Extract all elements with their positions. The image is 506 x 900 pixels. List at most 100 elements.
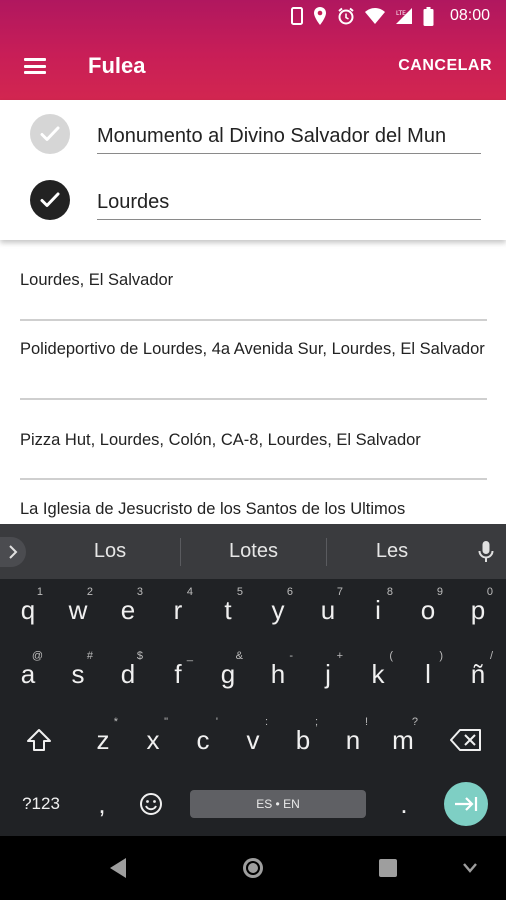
key-x[interactable]: x " (128, 710, 178, 770)
suggestion-item[interactable]: Lotes (181, 524, 326, 579)
key-e[interactable]: e3 (103, 580, 153, 640)
phone-icon (290, 6, 303, 26)
key-hint: _ (186, 650, 193, 662)
key-g[interactable]: g & (203, 644, 253, 704)
key-f[interactable]: f _ (153, 644, 203, 704)
destination-row: Lourdes (0, 168, 506, 232)
key-u[interactable]: u7 (303, 580, 353, 640)
key-hint: 3 (136, 586, 143, 598)
key-label: r (173, 594, 183, 625)
shift-icon (27, 729, 51, 751)
key-hint: & (235, 650, 243, 662)
key-y[interactable]: y6 (253, 580, 303, 640)
app-title: Fulea (88, 53, 146, 78)
divider (20, 398, 487, 400)
cancel-button[interactable]: CANCELAR (398, 57, 492, 75)
key-v[interactable]: v: (228, 710, 278, 770)
key-hint: 0 (486, 586, 493, 598)
suggestion-item[interactable]: Los (40, 524, 180, 579)
results-list: Lourdes, El Salvador Polideportivo de Lo… (0, 240, 506, 524)
key-hint: 7 (336, 586, 343, 598)
origin-check-circle-icon[interactable] (30, 114, 70, 154)
key-label: y (271, 594, 285, 625)
key-w[interactable]: w2 (53, 580, 103, 640)
top-bar: LTE 08:00 Fulea CANCELAR (0, 0, 506, 100)
key-l[interactable]: l) (403, 644, 453, 704)
app-bar: Fulea CANCELAR (0, 32, 506, 100)
key-b[interactable]: b; (278, 710, 328, 770)
shift-key[interactable] (12, 710, 66, 770)
key-label: t (224, 594, 232, 625)
list-item[interactable]: Lourdes, El Salvador (20, 270, 487, 291)
destination-input[interactable]: Lourdes (97, 180, 481, 220)
key-h[interactable]: h- (253, 644, 303, 704)
list-item[interactable]: Pizza Hut, Lourdes, Colón, CA-8, Lourdes… (20, 430, 487, 451)
key-c[interactable]: c ' (178, 710, 228, 770)
comma-key[interactable]: , (82, 774, 122, 834)
destination-check-circle-icon[interactable] (30, 180, 70, 220)
svg-text:LTE: LTE (396, 10, 406, 17)
key-hint: * (113, 716, 118, 728)
key-t[interactable]: t5 (203, 580, 253, 640)
list-item[interactable]: Polideportivo de Lourdes, 4a Avenida Sur… (20, 339, 487, 360)
chevron-right-icon (9, 544, 18, 559)
key-hint: 6 (286, 586, 293, 598)
origin-row: Monumento al Divino Salvador del Mun (0, 102, 506, 166)
key-hint: 2 (86, 586, 93, 598)
symbols-key[interactable]: ?123 (10, 774, 72, 834)
key-hint: $ (136, 650, 143, 662)
key-j[interactable]: j + (303, 644, 353, 704)
key-hint: / (489, 650, 493, 662)
key-hint: 4 (186, 586, 193, 598)
route-card: Monumento al Divino Salvador del Mun Lou… (0, 100, 506, 240)
key-label: a (20, 658, 36, 689)
backspace-key[interactable] (438, 710, 494, 770)
status-bar: LTE 08:00 (0, 0, 506, 32)
backspace-icon (450, 729, 481, 751)
home-icon[interactable] (223, 836, 283, 900)
key-hint: 9 (436, 586, 443, 598)
key-a[interactable]: a @ (3, 644, 53, 704)
key-hint: ' (215, 716, 218, 728)
suggestion-item[interactable]: Les (327, 524, 457, 579)
key-label: j (325, 658, 331, 689)
key-hint: " (164, 716, 168, 728)
enter-key[interactable] (444, 782, 488, 826)
key-s[interactable]: s # (53, 644, 103, 704)
key-label: p (470, 594, 486, 625)
key-k[interactable]: k( (353, 644, 403, 704)
key-label: q (20, 594, 36, 625)
back-icon[interactable] (88, 836, 148, 900)
key-z[interactable]: z * (78, 710, 128, 770)
key-label: i (375, 594, 381, 625)
key-o[interactable]: o9 (403, 580, 453, 640)
key-q[interactable]: q1 (3, 580, 53, 640)
key-m[interactable]: m? (378, 710, 428, 770)
key-n[interactable]: n! (328, 710, 378, 770)
list-item[interactable]: La Iglesia de Jesucristo de los Santos d… (20, 499, 487, 520)
key-d[interactable]: d $ (103, 644, 153, 704)
keyboard-hide-icon[interactable] (440, 836, 500, 900)
key-i[interactable]: i8 (353, 580, 403, 640)
expand-suggestions-button[interactable] (0, 524, 26, 579)
recents-icon[interactable] (358, 836, 418, 900)
key-p[interactable]: p0 (453, 580, 503, 640)
lte-signal-icon: LTE (395, 6, 413, 26)
emoji-key[interactable] (128, 774, 174, 834)
key-hint: 5 (236, 586, 243, 598)
wifi-icon (364, 6, 385, 26)
key-hint: 8 (386, 586, 393, 598)
key-r[interactable]: r4 (153, 580, 203, 640)
key-hint: : (264, 716, 268, 728)
battery-icon (423, 6, 434, 26)
mic-icon[interactable] (478, 524, 494, 579)
hamburger-menu-icon (24, 58, 46, 74)
space-key[interactable]: ES • EN (190, 790, 366, 818)
soft-keyboard: Los Lotes Les q1w2e3r4t5y6u7i8o9p0 a @ s # d… (0, 524, 506, 836)
key-label: z (96, 724, 110, 755)
menu-button[interactable] (0, 32, 70, 100)
origin-input[interactable]: Monumento al Divino Salvador del Mun (97, 114, 481, 154)
key-hint: # (86, 650, 93, 662)
key-ñ[interactable]: ñ / (453, 644, 503, 704)
period-key[interactable]: . (382, 774, 426, 834)
